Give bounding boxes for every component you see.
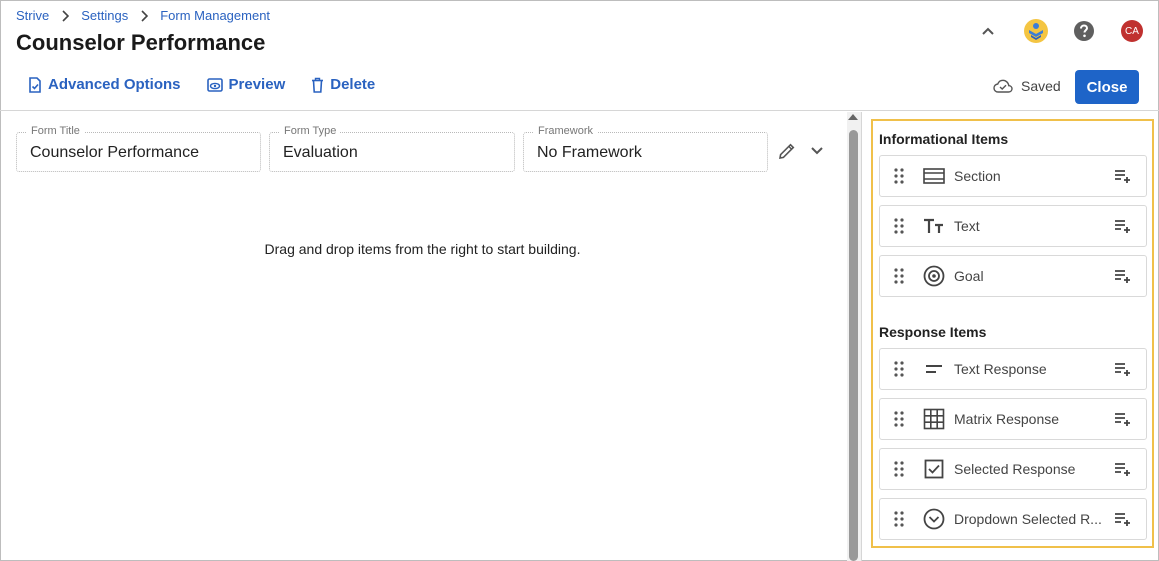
page-title: Counselor Performance [16, 30, 266, 55]
framework-value: No Framework [537, 144, 642, 161]
preview-button[interactable]: Preview [206, 76, 286, 93]
palette-item-selected-response[interactable]: Selected Response [879, 448, 1147, 490]
drag-handle-icon[interactable] [894, 268, 906, 284]
chevron-right-icon [140, 9, 149, 22]
playlist-add-icon[interactable] [1114, 269, 1134, 283]
breadcrumb-form-management[interactable]: Form Management [160, 8, 270, 23]
preview-icon [206, 77, 223, 92]
breadcrumb: Strive Settings Form Management [16, 8, 270, 23]
playlist-add-icon[interactable] [1114, 412, 1134, 426]
palette-item-label: Goal [954, 268, 984, 284]
app-logo-icon[interactable] [1023, 18, 1049, 44]
short-text-icon [922, 364, 946, 374]
save-status: Saved [993, 78, 1061, 94]
palette-item-label: Matrix Response [954, 411, 1060, 427]
playlist-add-icon[interactable] [1114, 219, 1134, 233]
chevron-down-icon[interactable] [810, 146, 824, 156]
dropdown-circle-icon [922, 508, 946, 530]
drag-handle-icon[interactable] [894, 511, 906, 527]
avatar-initials: CA [1121, 20, 1143, 42]
drag-handle-icon[interactable] [894, 411, 906, 427]
playlist-add-icon[interactable] [1114, 169, 1134, 183]
pencil-edit-icon[interactable] [778, 142, 796, 160]
drag-handle-icon[interactable] [894, 168, 906, 184]
form-type-label: Form Type [280, 125, 341, 137]
grid-icon [922, 408, 946, 430]
section-icon [922, 168, 946, 184]
form-toolbar: Advanced Options Preview Delete [28, 76, 401, 93]
palette-item-matrix-response[interactable]: Matrix Response [879, 398, 1147, 440]
help-icon[interactable] [1071, 18, 1097, 44]
document-check-icon [29, 76, 41, 93]
chevron-right-icon [61, 9, 70, 22]
palette-item-text[interactable]: Text [879, 205, 1147, 247]
chevron-up-icon[interactable] [975, 18, 1001, 44]
advanced-options-label: Advanced Options [48, 76, 181, 93]
scroll-up-arrow-icon[interactable] [848, 114, 858, 120]
cloud-check-icon [993, 79, 1013, 93]
user-avatar[interactable]: CA [1119, 18, 1145, 44]
drag-handle-icon[interactable] [894, 361, 906, 377]
delete-button[interactable]: Delete [311, 76, 375, 93]
form-type-field[interactable]: Form Type Evaluation [269, 125, 515, 172]
trash-icon [312, 77, 324, 93]
delete-label: Delete [330, 76, 376, 93]
preview-label: Preview [228, 76, 286, 93]
form-type-value: Evaluation [283, 144, 358, 161]
item-palette: Informational Items Section Text Goal Re… [871, 119, 1154, 548]
panel-divider [861, 112, 862, 561]
saved-label: Saved [1021, 78, 1061, 94]
framework-label: Framework [534, 125, 598, 137]
breadcrumb-strive[interactable]: Strive [16, 8, 49, 23]
drag-handle-icon[interactable] [894, 218, 906, 234]
palette-item-section[interactable]: Section [879, 155, 1147, 197]
field-actions [778, 142, 838, 160]
advanced-options-button[interactable]: Advanced Options [28, 76, 181, 93]
header-actions: CA [953, 18, 1145, 44]
goal-target-icon [922, 265, 946, 287]
palette-item-goal[interactable]: Goal [879, 255, 1147, 297]
palette-item-dropdown-selected-response[interactable]: Dropdown Selected R... [879, 498, 1147, 540]
palette-item-label: Selected Response [954, 461, 1076, 477]
close-button[interactable]: Close [1075, 70, 1139, 104]
form-title-value: Counselor Performance [30, 144, 199, 161]
palette-item-label: Section [954, 168, 1001, 184]
framework-field[interactable]: Framework No Framework [523, 125, 768, 172]
playlist-add-icon[interactable] [1114, 462, 1134, 476]
checkbox-icon [922, 459, 946, 479]
scrollbar-thumb[interactable] [849, 130, 858, 561]
palette-item-label: Dropdown Selected R... [954, 511, 1102, 527]
form-title-label: Form Title [27, 125, 84, 137]
playlist-add-icon[interactable] [1114, 362, 1134, 376]
palette-item-label: Text [954, 218, 980, 234]
drag-handle-icon[interactable] [894, 461, 906, 477]
response-items-heading: Response Items [879, 324, 987, 340]
text-format-icon [922, 218, 946, 234]
playlist-add-icon[interactable] [1114, 512, 1134, 526]
informational-items-heading: Informational Items [879, 131, 1009, 147]
palette-item-label: Text Response [954, 361, 1047, 377]
form-title-field[interactable]: Form Title Counselor Performance [16, 125, 261, 172]
palette-item-text-response[interactable]: Text Response [879, 348, 1147, 390]
header-divider [0, 110, 1159, 111]
breadcrumb-settings[interactable]: Settings [81, 8, 128, 23]
empty-canvas-message: Drag and drop items from the right to st… [264, 241, 581, 257]
